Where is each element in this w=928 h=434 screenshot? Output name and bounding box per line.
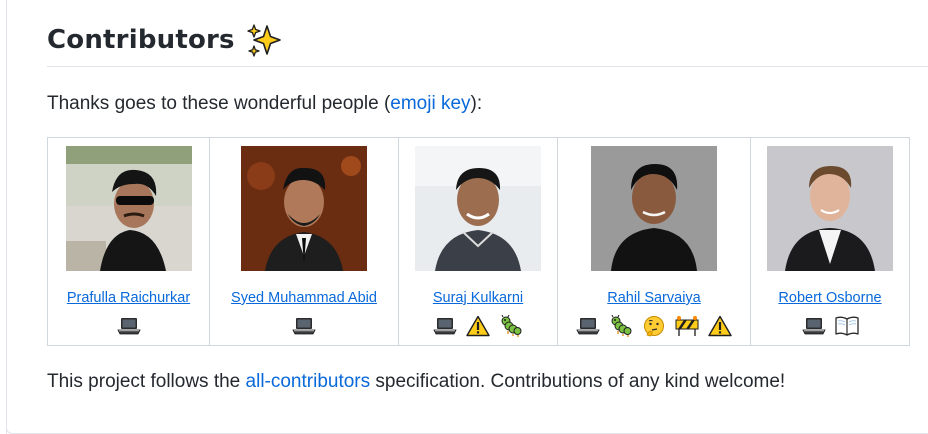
section-heading: Contributors: [47, 20, 928, 67]
contribution-types: [48, 315, 209, 337]
contributors-table: Prafulla Raichurkar Syed Muhammad Abid S…: [47, 137, 910, 346]
contributor-name-link[interactable]: Rahil Sarvaiya: [558, 290, 750, 306]
avatar[interactable]: [241, 146, 367, 271]
all-contributors-link[interactable]: all-contributors: [246, 371, 371, 392]
contributor-cell: Robert Osborne: [750, 137, 910, 346]
bug-icon[interactable]: [609, 314, 633, 337]
laptop-icon[interactable]: [433, 315, 457, 337]
avatar[interactable]: [65, 146, 192, 271]
page-title: Contributors: [47, 25, 235, 55]
emoji-key-link[interactable]: emoji key: [390, 93, 470, 114]
contributor-name-link[interactable]: Robert Osborne: [751, 290, 909, 306]
panel-left-border: [6, 0, 7, 434]
laptop-icon[interactable]: [292, 315, 316, 337]
bug-icon[interactable]: [499, 314, 523, 337]
intro-text: Thanks goes to these wonderful people (e…: [47, 92, 482, 116]
contributor-name-link[interactable]: Prafulla Raichurkar: [48, 290, 209, 306]
avatar[interactable]: [591, 146, 717, 271]
construction-icon[interactable]: [675, 315, 699, 337]
panel-bottom-border: [6, 428, 928, 434]
intro-text-before: Thanks goes to these wonderful people (: [47, 93, 391, 114]
contributor-cell: Prafulla Raichurkar: [47, 137, 210, 346]
avatar[interactable]: [767, 146, 893, 271]
open-book-icon[interactable]: [834, 315, 859, 337]
contributor-cell: Syed Muhammad Abid: [209, 137, 399, 346]
contribution-types: [558, 314, 750, 337]
laptop-icon[interactable]: [801, 315, 826, 337]
warning-icon[interactable]: [466, 315, 490, 337]
contribution-types: [399, 314, 557, 337]
contribution-types: [751, 315, 909, 337]
contributor-cell: Suraj Kulkarni: [398, 137, 558, 346]
contributor-cell: Rahil Sarvaiya: [557, 137, 751, 346]
avatar[interactable]: [415, 146, 541, 271]
warning-icon[interactable]: [708, 315, 732, 337]
laptop-icon[interactable]: [116, 315, 141, 337]
contributor-name-link[interactable]: Suraj Kulkarni: [399, 290, 557, 306]
footer-text: This project follows the all-contributor…: [47, 370, 785, 394]
thinking-face-icon[interactable]: [642, 315, 666, 337]
laptop-icon[interactable]: [576, 315, 600, 337]
contributor-name-link[interactable]: Syed Muhammad Abid: [210, 290, 398, 306]
footer-text-after: specification. Contributions of any kind…: [370, 371, 786, 392]
contribution-types: [210, 315, 398, 337]
footer-text-before: This project follows the: [47, 371, 246, 392]
sparkles-icon: [247, 24, 281, 57]
intro-text-after: ):: [470, 93, 483, 114]
